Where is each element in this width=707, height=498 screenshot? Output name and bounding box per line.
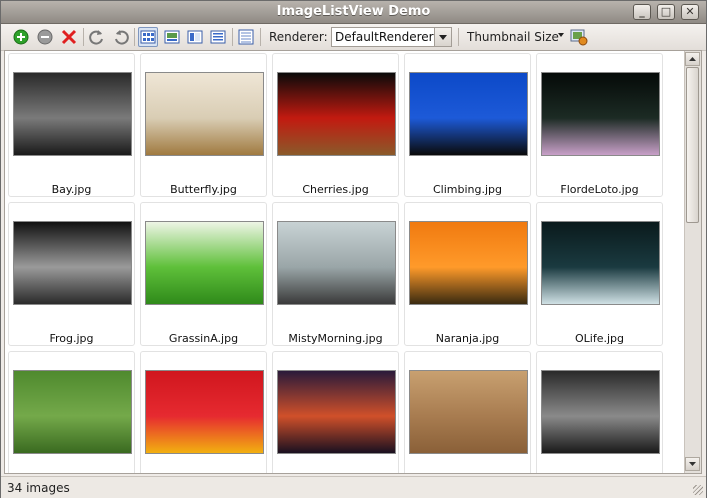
thumbnail-image (277, 370, 396, 454)
pane-view-icon (187, 30, 203, 44)
thumbnail-size-dropdown[interactable]: Thumbnail Size (467, 30, 559, 44)
rotate-ccw-button[interactable] (87, 27, 107, 47)
close-button[interactable]: ✕ (681, 4, 699, 20)
clear-button[interactable] (59, 27, 79, 47)
vertical-scrollbar[interactable] (684, 51, 701, 473)
thumbnail-image (13, 72, 132, 156)
image-item[interactable] (272, 351, 399, 473)
toolbar-separator (232, 28, 233, 46)
thumbnail-image (541, 72, 660, 156)
plus-circle-icon (13, 29, 29, 45)
image-item[interactable]: Climbing.jpg (404, 53, 531, 197)
gallery-view-icon (164, 30, 180, 44)
image-caption: Naranja.jpg (435, 332, 500, 345)
view-thumbnails-button[interactable] (138, 27, 158, 47)
maximize-button[interactable]: □ (657, 4, 675, 20)
image-item[interactable] (536, 351, 663, 473)
toolbar-separator (83, 28, 84, 46)
image-item[interactable]: GrassinA.jpg (140, 202, 267, 346)
thumbnail-image (277, 221, 396, 305)
image-item[interactable] (140, 351, 267, 473)
window-title: ImageListView Demo (276, 4, 431, 19)
renderer-combobox[interactable]: DefaultRenderer (331, 27, 452, 47)
image-caption: OLife.jpg (574, 332, 624, 345)
image-item[interactable]: Naranja.jpg (404, 202, 531, 346)
image-item[interactable]: Butterfly.jpg (140, 53, 267, 197)
minimize-button[interactable]: _ (633, 4, 651, 20)
remove-button[interactable] (35, 27, 55, 47)
details-view-icon (210, 30, 226, 44)
rotate-cw-button[interactable] (111, 27, 131, 47)
image-caption: GrassinA.jpg (168, 332, 239, 345)
image-caption: MistyMorning.jpg (288, 332, 383, 345)
thumbnails-view-icon (140, 30, 156, 44)
thumbnail-image (277, 72, 396, 156)
thumbnail-image (13, 370, 132, 454)
scrollbar-thumb[interactable] (686, 67, 699, 223)
image-item[interactable]: Cherries.jpg (272, 53, 399, 197)
minus-circle-icon (37, 29, 53, 45)
image-item[interactable]: Bay.jpg (8, 53, 135, 197)
chevron-down-icon[interactable] (434, 28, 451, 46)
image-caption: Bay.jpg (51, 183, 92, 196)
thumbnail-image (145, 221, 264, 305)
view-pane-button[interactable] (185, 27, 205, 47)
status-text: 34 images (7, 481, 70, 495)
scroll-down-arrow-icon[interactable] (685, 457, 700, 471)
toolbar-separator (260, 28, 261, 46)
thumbnail-image (409, 72, 528, 156)
image-item[interactable]: OLife.jpg (536, 202, 663, 346)
image-caption: Butterfly.jpg (170, 183, 237, 196)
thumbnail-image (409, 370, 528, 454)
app-window: ImageListView Demo _ □ ✕ Renderer: Defau… (0, 0, 707, 498)
thumbnail-image (409, 221, 528, 305)
image-item[interactable]: MistyMorning.jpg (272, 202, 399, 346)
columns-icon (238, 29, 254, 45)
image-item[interactable]: FlordeLoto.jpg (536, 53, 663, 197)
toolbar-separator (134, 28, 135, 46)
image-item[interactable] (404, 351, 531, 473)
thumbnail-image (145, 72, 264, 156)
resize-grip-icon[interactable] (693, 485, 703, 495)
image-list-view[interactable]: Bay.jpg Butterfly.jpg Cherries.jpg Climbing… (4, 50, 702, 474)
thumbnail-image (541, 370, 660, 454)
dropdown-arrow-icon[interactable] (558, 33, 564, 37)
image-settings-icon (570, 29, 588, 46)
red-x-icon (61, 29, 77, 45)
title-bar[interactable]: ImageListView Demo _ □ ✕ (1, 1, 706, 24)
image-item[interactable]: Frog.jpg (8, 202, 135, 346)
rotate-ccw-icon (89, 30, 103, 45)
status-bar: 34 images (1, 476, 706, 498)
image-settings-button[interactable] (569, 27, 589, 47)
image-caption: Frog.jpg (49, 332, 94, 345)
toolbar: Renderer: DefaultRenderer Thumbnail Size (1, 24, 706, 51)
toolbar-separator (458, 28, 459, 46)
image-caption: Cherries.jpg (302, 183, 369, 196)
renderer-value: DefaultRenderer (335, 30, 434, 44)
add-button[interactable] (11, 27, 31, 47)
columns-button[interactable] (236, 27, 256, 47)
thumbnail-image (13, 221, 132, 305)
rotate-cw-icon (115, 30, 129, 45)
thumbnail-image (541, 221, 660, 305)
thumbnail-image (145, 370, 264, 454)
image-caption: Climbing.jpg (432, 183, 503, 196)
scroll-up-arrow-icon[interactable] (685, 52, 700, 66)
view-details-button[interactable] (208, 27, 228, 47)
image-item[interactable] (8, 351, 135, 473)
view-gallery-button[interactable] (162, 27, 182, 47)
renderer-label: Renderer: (269, 30, 328, 44)
image-caption: FlordeLoto.jpg (560, 183, 639, 196)
